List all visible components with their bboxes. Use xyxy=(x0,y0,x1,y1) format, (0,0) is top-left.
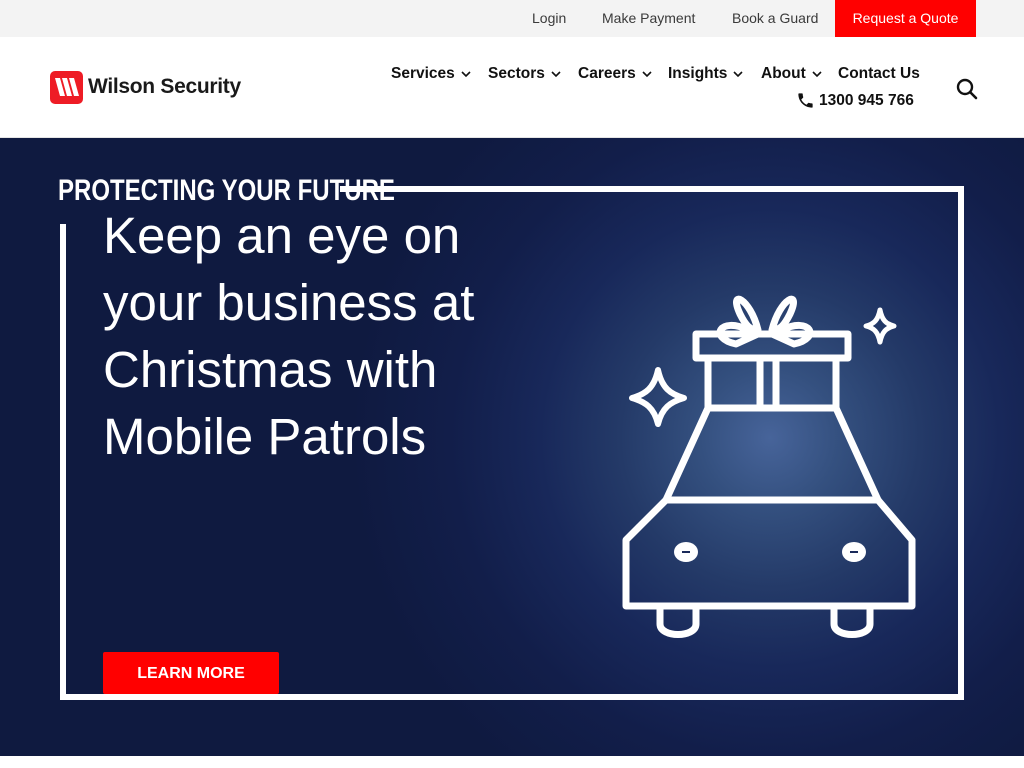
learn-more-button[interactable]: LEARN MORE xyxy=(103,652,279,694)
frame-border-left xyxy=(60,224,66,700)
nav-careers-label: Careers xyxy=(578,65,636,82)
chevron-down-icon xyxy=(642,71,652,78)
book-guard-link[interactable]: Book a Guard xyxy=(732,0,818,37)
request-quote-button[interactable]: Request a Quote xyxy=(835,0,976,37)
nav-contact-label: Contact Us xyxy=(838,65,920,82)
nav-services[interactable]: Services xyxy=(391,65,471,83)
search-icon[interactable] xyxy=(956,78,978,100)
nav-insights[interactable]: Insights xyxy=(668,65,743,83)
nav-services-label: Services xyxy=(391,65,455,82)
main-header: Wilson Security Services Sectors Careers… xyxy=(0,37,1024,138)
phone-icon xyxy=(798,93,813,108)
hero-headline: Keep an eye on your business at Christma… xyxy=(103,207,475,465)
logo-mark-icon xyxy=(50,70,83,104)
nav-sectors[interactable]: Sectors xyxy=(488,65,561,83)
car-with-gift-icon xyxy=(622,295,916,638)
make-payment-link[interactable]: Make Payment xyxy=(602,0,695,37)
chevron-down-icon xyxy=(551,71,561,78)
logo-text: Wilson Security xyxy=(88,75,241,98)
utility-bar: Login Make Payment Book a Guard Request … xyxy=(0,0,1024,37)
nav-careers[interactable]: Careers xyxy=(578,65,652,83)
nav-contact-us[interactable]: Contact Us xyxy=(838,65,920,83)
chevron-down-icon xyxy=(733,71,743,78)
frame-border-right xyxy=(958,186,964,700)
frame-border-top xyxy=(340,186,964,192)
chevron-down-icon xyxy=(461,71,471,78)
logo[interactable]: Wilson Security xyxy=(50,70,241,104)
nav-about[interactable]: About xyxy=(761,65,822,83)
phone-number: 1300 945 766 xyxy=(819,91,914,109)
nav-sectors-label: Sectors xyxy=(488,65,545,82)
frame-border-bottom xyxy=(60,694,964,700)
login-link[interactable]: Login xyxy=(532,0,566,37)
nav-about-label: About xyxy=(761,65,806,82)
hero-banner: PROTECTING YOUR FUTURE Keep an eye on yo… xyxy=(0,138,1024,756)
chevron-down-icon xyxy=(812,71,822,78)
phone-link[interactable]: 1300 945 766 xyxy=(796,91,914,110)
page-divider xyxy=(0,756,1024,768)
nav-insights-label: Insights xyxy=(668,65,728,82)
